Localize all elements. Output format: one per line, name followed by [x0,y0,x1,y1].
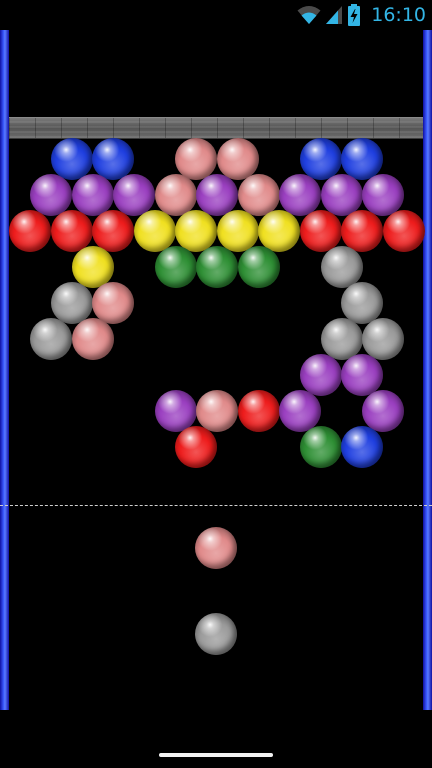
bubble-red [50,210,93,252]
bubble-pink [216,138,259,180]
bubble-green [299,426,342,468]
bubble-red [299,210,342,252]
next-shooter-bubble [195,613,237,655]
bubble-blue [50,138,93,180]
bubble-red [175,426,217,468]
bubble-purple [362,390,404,432]
bubble-green [237,246,280,288]
bubble-yellow [216,210,259,252]
bubble-red [382,210,425,252]
bubble-gray [50,282,93,324]
navigation-handle[interactable] [159,753,273,757]
bubble-purple [299,354,342,396]
bubble-blue [341,426,383,468]
bubble-gray [30,318,72,360]
bubble-green [196,246,238,288]
bubble-green [154,246,197,288]
bubble-yellow [133,210,176,252]
bubble-red [237,390,280,432]
bubble-gray [362,318,404,360]
current-shooter-bubble[interactable] [195,527,237,569]
deadline-line [0,505,432,506]
bubble-pink [196,390,238,432]
bubble-blue [299,138,342,180]
bubble-pink [71,318,114,360]
bubble-red [9,210,51,252]
